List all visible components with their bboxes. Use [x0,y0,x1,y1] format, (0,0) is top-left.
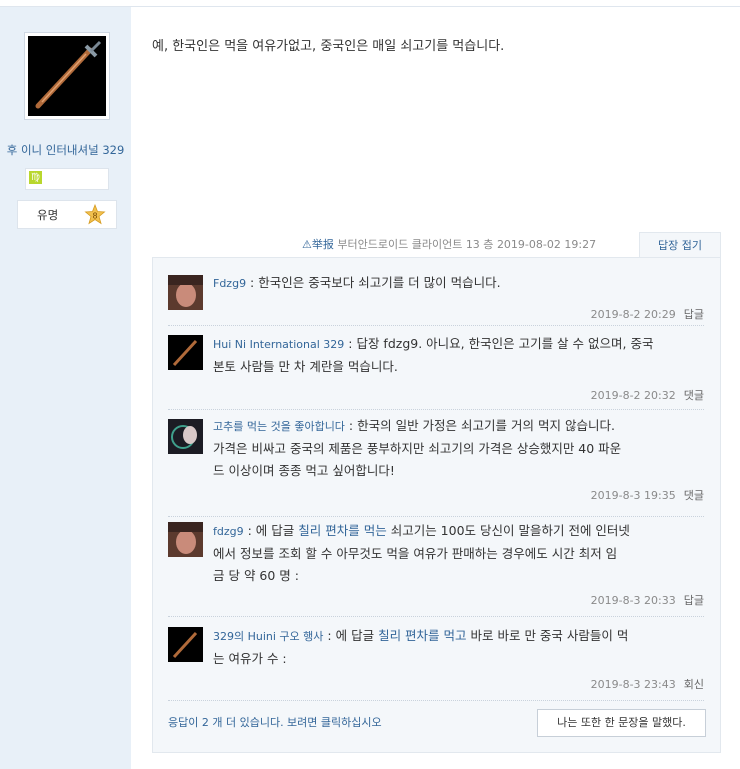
comment-time: 2019-8-2 20:32 [590,389,676,402]
comment-meta: 2019-8-2 20:32 댓글 [591,387,704,403]
comment-meta: 2019-8-3 19:35 댓글 [591,487,704,503]
comment-author[interactable]: Fdzg9 [213,277,246,290]
reply-link[interactable]: 댓글 [684,489,704,502]
comments-panel: Fdzg9 : 한국인은 중국보다 쇠고기를 더 많이 먹습니다. 2019-8… [152,257,721,753]
more-replies-link[interactable]: 응답이 2 개 더 있습니다. 보려면 클릭하십시오 [168,714,382,730]
comment-time: 2019-8-2 20:29 [590,308,676,321]
rank-star-icon: 8 [84,203,106,226]
comment-author[interactable]: 고추를 먹는 것을 좋아합니다 [213,420,345,433]
floor-label: 13 층 [465,238,494,251]
comment-text-line: 답장 fdzg9. 아니요, 한국인은 고기를 살 수 없으며, 중국 [356,336,654,351]
user-sidebar: 후 이니 인터내셔널 329 ♍ 유명 8 [0,7,131,769]
comment-text-line: 드 이상이며 종종 먹고 싶어합니다! [213,463,395,478]
comment-meta: 2019-8-2 20:29 답글 [591,306,704,322]
client-label: 부터안드로이드 클라이언트 [337,238,463,251]
comment-author[interactable]: Hui Ni International 329 [213,338,344,351]
comment-meta: 2019-8-3 20:33 답글 [591,592,704,608]
comment-text-line: 금 당 약 60 명 : [213,568,299,583]
comment-text-line: 본토 사람들 만 차 계란을 먹습니다. [213,359,398,374]
comment-body: Hui Ni International 329 : 답장 fdzg9. 아니요… [213,333,703,378]
comment-time: 2019-8-3 23:43 [590,678,676,691]
zodiac-sign: ♍ [25,168,109,190]
comment-text-line: 는 여유가 수 : [213,651,287,666]
comment-item: 329의 Huini 구오 행사 : 에 답글 칠리 편차를 먹고 바로 바로 … [168,616,704,701]
virgo-icon: ♍ [29,171,42,184]
post-meta: ⚠举报 부터안드로이드 클라이언트 13 층 2019-08-02 19:27 [302,236,596,252]
comment-body: 329의 Huini 구오 행사 : 에 답글 칠리 편차를 먹고 바로 바로 … [213,625,703,670]
reply-link[interactable]: 회신 [684,678,704,691]
rank-box: 유명 8 [17,200,117,229]
reply-link[interactable]: 답글 [684,308,704,321]
reply-link[interactable]: 댓글 [684,389,704,402]
comment-text-line: 가격은 비싸고 중국의 제품은 풍부하지만 쇠고기의 가격은 상승했지만 40 … [213,441,622,456]
comment-body: 고추를 먹는 것을 좋아합니다 : 한국의 일반 가정은 쇠고기를 거의 먹지 … [213,415,703,482]
reply-target-link[interactable]: 칠리 편차를 먹고 [378,628,466,643]
reply-link[interactable]: 답글 [684,594,704,607]
collapse-reply-tab[interactable]: 답장 접기 [639,232,721,259]
post-datetime: 2019-08-02 19:27 [496,238,597,251]
avatar[interactable] [24,32,110,120]
write-reply-button[interactable]: 나는 또한 한 문장을 말했다. [537,709,706,737]
comment-text-line: 쇠고기는 100도 당신이 말을하기 전에 인터넷 [390,523,630,538]
sword-avatar-image [28,36,106,116]
avatar[interactable] [168,335,203,370]
reply-target-link[interactable]: 칠리 편차를 먹는 [298,523,386,538]
report-link[interactable]: 举报 [312,238,334,251]
comment-item: fdzg9 : 에 답글 칠리 편차를 먹는 쇠고기는 100도 당신이 말을하… [168,516,704,617]
warning-icon: ⚠ [302,238,312,251]
username-link[interactable]: 후 이니 인터내셔널 329 [0,142,131,158]
comment-item: Fdzg9 : 한국인은 중국보다 쇠고기를 더 많이 먹습니다. 2019-8… [168,268,704,326]
comment-text: 한국인은 중국보다 쇠고기를 더 많이 먹습니다. [258,275,501,290]
comment-body: fdzg9 : 에 답글 칠리 편차를 먹는 쇠고기는 100도 당신이 말을하… [213,520,703,587]
comment-item: Hui Ni International 329 : 답장 fdzg9. 아니요… [168,325,704,410]
comment-prefix: 에 답글 [335,628,375,643]
avatar[interactable] [168,522,203,557]
comment-body: Fdzg9 : 한국인은 중국보다 쇠고기를 더 많이 먹습니다. [213,275,501,290]
comment-text-line: 한국의 일반 가정은 쇠고기를 거의 먹지 않습니다. [357,418,615,433]
post-content: 예, 한국인은 먹을 여유가없고, 중국인은 매일 쇠고기를 먹습니다. [152,39,505,54]
comment-item: 고추를 먹는 것을 좋아합니다 : 한국의 일반 가정은 쇠고기를 거의 먹지 … [168,409,704,517]
avatar[interactable] [168,275,203,310]
comment-prefix: 에 답글 [255,523,295,538]
comment-meta: 2019-8-3 23:43 회신 [591,676,704,692]
comment-text-line: 바로 바로 만 중국 사람들이 먹 [470,628,629,643]
comment-author[interactable]: 329의 Huini 구오 행사 [213,630,323,643]
avatar[interactable] [168,627,203,662]
rank-level: 8 [92,212,97,221]
comment-time: 2019-8-3 20:33 [590,594,676,607]
rank-label: 유명 [37,208,59,222]
comment-text-line: 에서 정보를 조회 할 수 아무것도 먹을 여유가 판매하는 경우에도 시간 최… [213,546,618,561]
comment-author[interactable]: fdzg9 [213,525,244,538]
avatar[interactable] [168,419,203,454]
comment-time: 2019-8-3 19:35 [590,489,676,502]
